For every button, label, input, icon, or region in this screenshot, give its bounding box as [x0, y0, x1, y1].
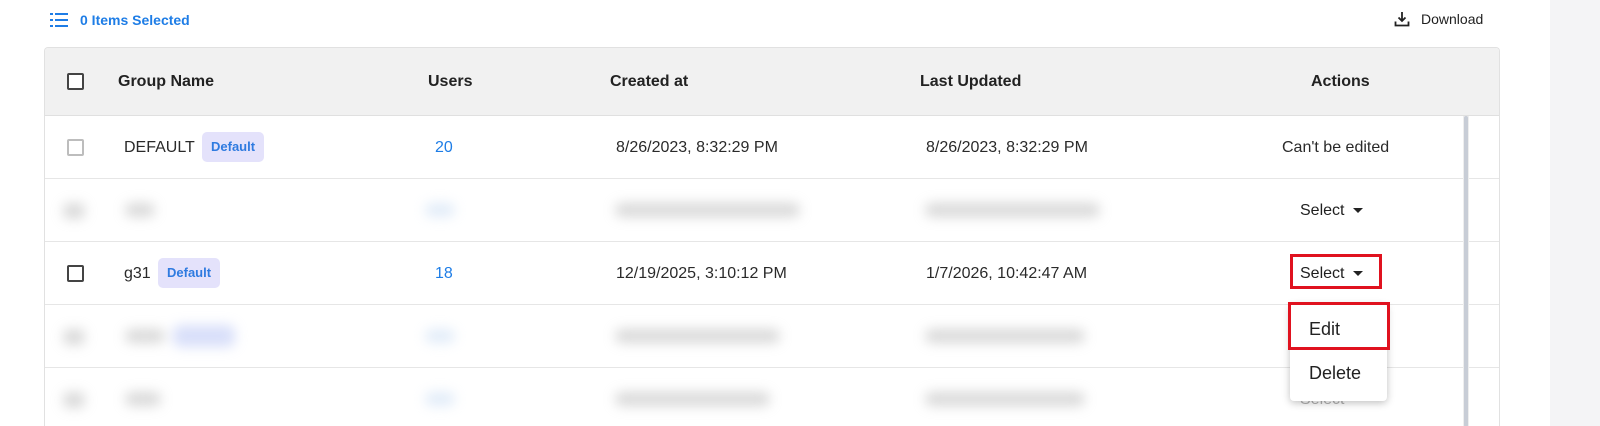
row-checkbox[interactable]: [67, 139, 84, 156]
download-label: Download: [1421, 11, 1484, 27]
scrollbar-thumb[interactable]: [1464, 116, 1468, 426]
created-at: 12/19/2025, 3:10:12 PM: [616, 265, 787, 282]
edit-highlight-box: [1288, 302, 1390, 350]
group-name: DEFAULT: [124, 139, 195, 156]
last-updated: 8/26/2023, 8:32:29 PM: [926, 139, 1088, 156]
header-users[interactable]: Users: [428, 48, 472, 116]
header-group-name[interactable]: Group Name: [118, 48, 214, 116]
select-highlight-box: [1290, 254, 1382, 289]
default-badge: Default: [202, 132, 265, 162]
users-count-link[interactable]: 18: [435, 242, 453, 305]
table-row: Select: [45, 179, 1499, 242]
list-icon: [50, 13, 68, 27]
header-actions: Actions: [1311, 73, 1370, 90]
table-row: DEFAULT Default 20 8/26/2023, 8:32:29 PM…: [45, 116, 1499, 179]
last-updated: 1/7/2026, 10:42:47 AM: [926, 265, 1088, 282]
select-label: Select: [1300, 201, 1345, 219]
caret-down-icon: [1353, 208, 1364, 213]
download-button[interactable]: Download: [1394, 9, 1483, 29]
select-all-checkbox[interactable]: [67, 73, 84, 90]
groups-table: Group Name Users Created at Last Updated…: [44, 47, 1500, 426]
menu-item-delete[interactable]: Delete: [1290, 351, 1387, 395]
default-badge: Default: [158, 258, 221, 288]
selection-summary[interactable]: 0 Items Selected: [50, 10, 190, 30]
table-row: Select: [45, 368, 1499, 426]
download-icon: [1394, 12, 1410, 27]
table-row: [45, 305, 1499, 368]
group-name: g31: [124, 265, 151, 282]
header-last-updated[interactable]: Last Updated: [920, 48, 1021, 116]
row-checkbox[interactable]: [67, 265, 84, 282]
table-row: g31 Default 18 12/19/2025, 3:10:12 PM 1/…: [45, 242, 1499, 305]
row-actions-select[interactable]: Select: [1300, 179, 1364, 242]
table-header: Group Name Users Created at Last Updated…: [45, 48, 1499, 116]
action-status: Can't be edited: [1282, 139, 1390, 156]
items-selected-label: 0 Items Selected: [80, 12, 190, 28]
created-at: 8/26/2023, 8:32:29 PM: [616, 139, 778, 156]
header-created-at[interactable]: Created at: [610, 48, 688, 116]
users-count-link[interactable]: 20: [435, 116, 453, 179]
page-gutter: [1550, 0, 1600, 426]
